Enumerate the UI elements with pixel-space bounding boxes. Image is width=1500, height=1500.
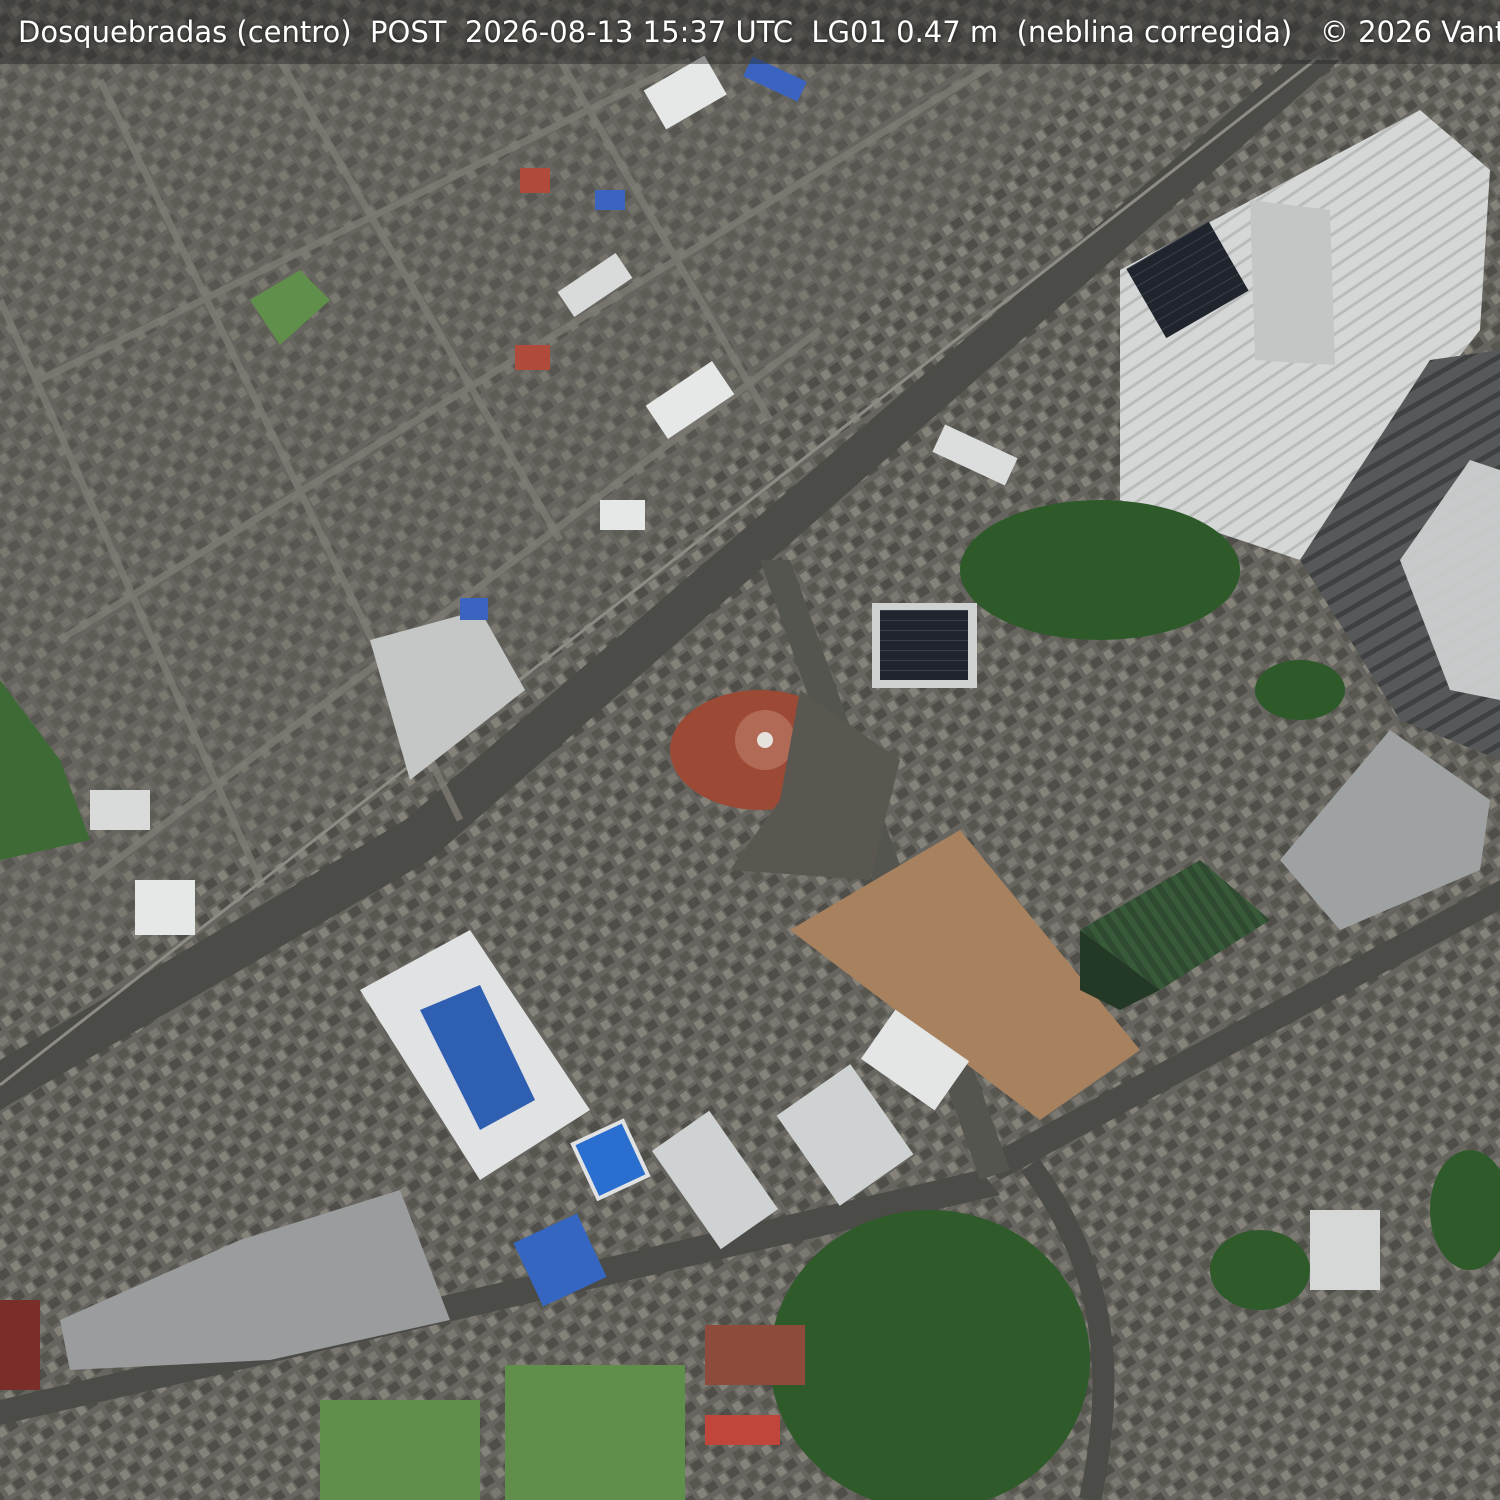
sports-field-south-2: [505, 1365, 685, 1500]
image-caption-bar: Dosquebradas (centro) POST 2026-08-13 15…: [0, 0, 1500, 64]
solar-panels-center: [880, 610, 968, 680]
satellite-image: Dosquebradas (centro) POST 2026-08-13 15…: [0, 0, 1500, 1500]
forest-south: [770, 1210, 1090, 1500]
industrial-roof-section: [1250, 200, 1335, 365]
red-roof-building-south-2: [705, 1415, 780, 1445]
church-dome-center: [757, 732, 773, 748]
tree-cluster-center-east: [960, 500, 1240, 640]
aerial-view: [0, 0, 1500, 1500]
sports-field-south-1: [320, 1400, 480, 1500]
red-roof-building-south: [705, 1325, 805, 1385]
image-caption: Dosquebradas (centro) POST 2026-08-13 15…: [18, 15, 1500, 49]
tree-cluster-east: [1255, 660, 1345, 720]
forest-south-east: [1210, 1230, 1310, 1310]
